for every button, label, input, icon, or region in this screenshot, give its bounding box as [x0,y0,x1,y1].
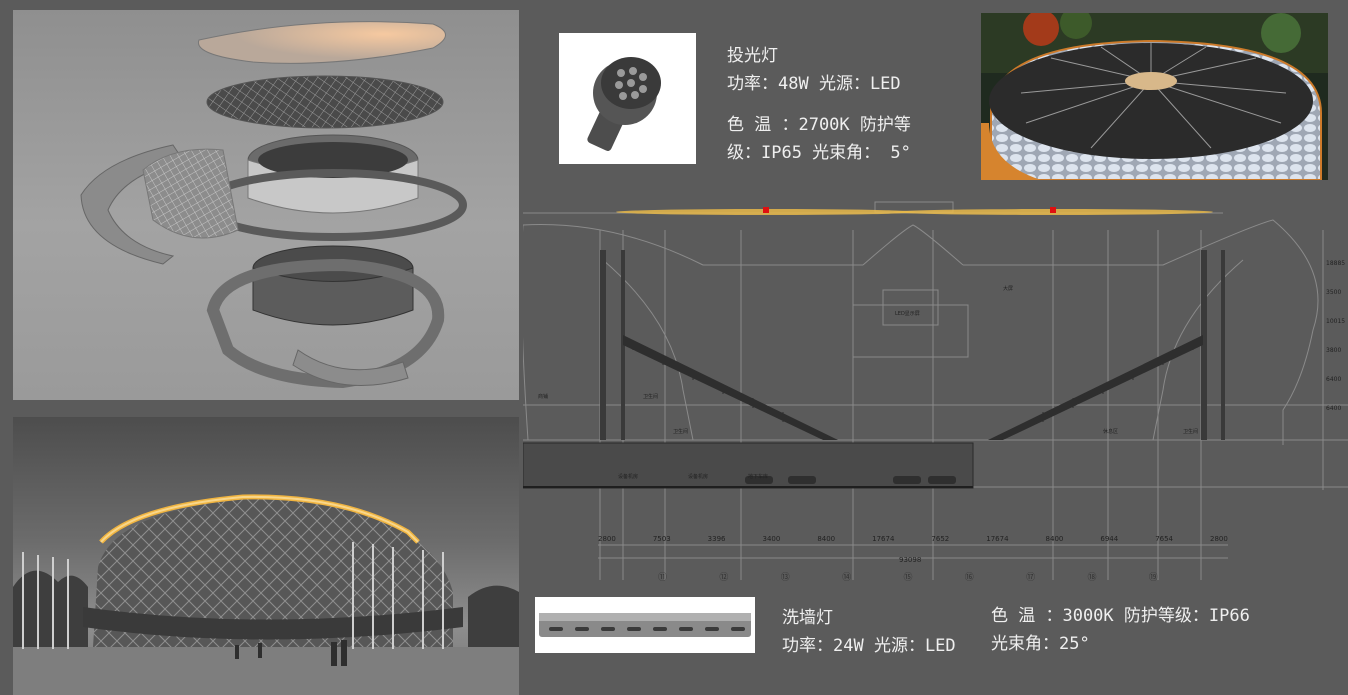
section-label: LED显示屏 [895,311,920,317]
spotlight-product-photo [559,33,696,164]
section-small-labels: 大屏 LED显示屏 商铺 卫生间 卫生间 卫生间 休息区 设备机房 地下车库 设… [523,190,1348,590]
section-label: 卫生间 [643,394,659,400]
spotlight-spec-temp: 色 温 ：2700K 防护等 [727,115,911,135]
wallwasher-spec-beam: 光束角：25° [991,634,1090,654]
aerial-roof-render [981,13,1328,180]
spotlight-spec-ip: 级：IP65 光束角： 5° [727,143,911,163]
stadium-section-drawing: 2800 7503 3396 3400 8400 17674 7652 1767… [523,190,1348,590]
section-label: 休息区 [1103,429,1119,435]
section-label: 设备机房 [618,474,639,480]
section-label: 卫生间 [673,429,689,435]
section-label: 卫生间 [1183,429,1199,435]
section-label: 设备机房 [688,474,709,480]
section-label: 大屏 [1003,286,1014,292]
wallwasher-spec-power: 功率：24W 光源：LED [782,636,956,656]
section-label: 商铺 [538,394,549,400]
section-label: 地下车库 [748,474,769,480]
exploded-model-render [13,10,519,400]
wallwasher-spec-temp: 色 温 ：3000K 防护等级：IP66 [991,606,1250,626]
spotlight-spec-power: 功率：48W 光源：LED [727,74,901,94]
spotlight-name: 投光灯 [727,46,778,66]
wallwasher-name: 洗墙灯 [782,608,833,628]
exterior-night-render [13,417,519,695]
wallwasher-product-photo [535,597,755,653]
